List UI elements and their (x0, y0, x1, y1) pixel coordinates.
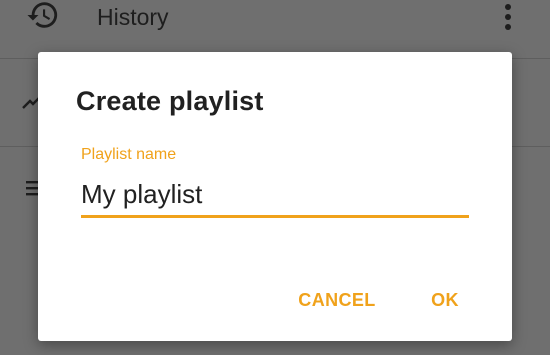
cancel-button[interactable]: CANCEL (295, 285, 379, 315)
history-icon (26, 0, 60, 32)
input-underline (81, 215, 469, 218)
menu-item-history[interactable]: History (0, 0, 550, 34)
dialog-title: Create playlist (76, 86, 264, 116)
history-label: History (97, 4, 169, 30)
playlist-name-label: Playlist name (81, 146, 177, 163)
create-playlist-dialog: Create playlist Playlist name CANCEL OK (38, 52, 512, 341)
ok-button[interactable]: OK (428, 285, 462, 315)
screen: History Create playlist Playlist name CA… (0, 0, 550, 355)
playlist-name-input[interactable] (81, 174, 469, 214)
more-vert-icon[interactable] (498, 0, 518, 34)
